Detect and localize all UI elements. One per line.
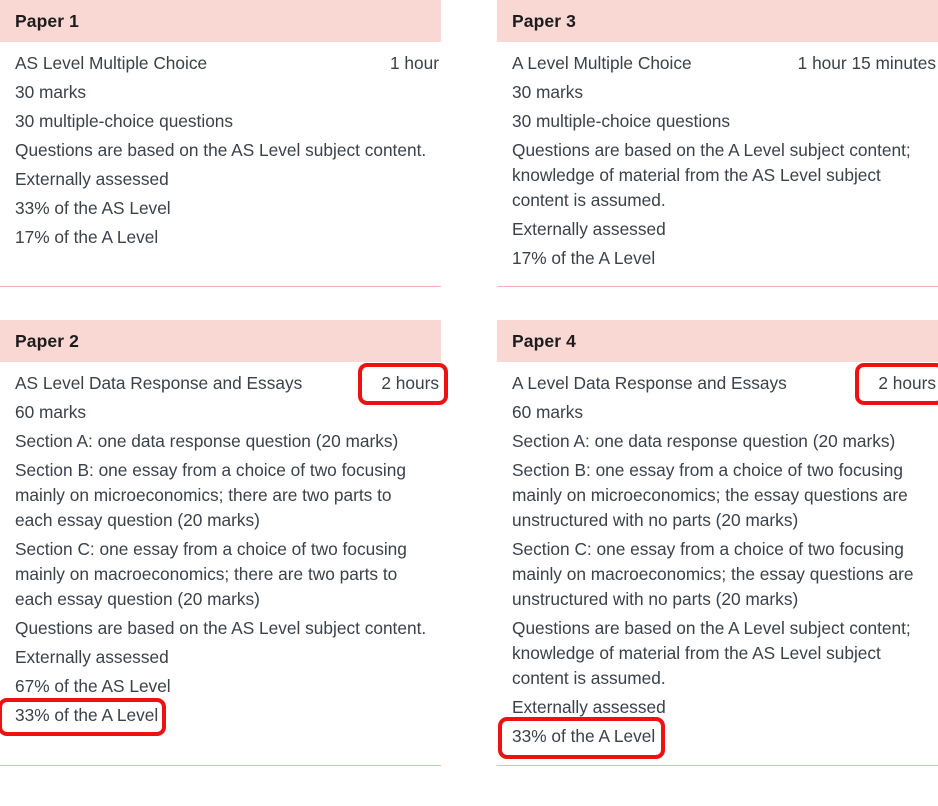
paper-4-header: Paper 4	[497, 320, 938, 362]
paper-1-line-1: 30 multiple-choice questions	[15, 111, 234, 131]
paper-4-line-2: Section B: one essay from a choice of tw…	[512, 460, 908, 530]
paper-3-line-4: 17% of the A Level	[512, 248, 656, 268]
assessment-overview-sheet: Paper 1 AS Level Multiple Choice 1 hour …	[0, 0, 938, 806]
paper-1-line-4: 33% of the AS Level	[15, 198, 171, 218]
paper-2-line-4: Questions are based on the AS Level subj…	[15, 618, 427, 638]
paper-1-title: AS Level Multiple Choice	[15, 53, 208, 73]
paper-4-line-3: Section C: one essay from a choice of tw…	[512, 539, 914, 609]
paper-1-title-row: AS Level Multiple Choice 1 hour	[15, 51, 439, 76]
separator-rule-right-bottom	[497, 765, 938, 766]
paper-3-duration: 1 hour 15 minutes	[797, 53, 936, 73]
paper-4-line-6-row: 33% of the A Level	[497, 717, 930, 759]
paper-4-line-4: Questions are based on the A Level subje…	[512, 618, 911, 688]
paper-card-paper-2: Paper 2 AS Level Data Response and Essay…	[0, 320, 448, 753]
paper-1-body: AS Level Multiple Choice 1 hour 30 marks…	[0, 42, 441, 250]
paper-3-body: A Level Multiple Choice 1 hour 15 minute…	[497, 42, 938, 271]
paper-1-line-3: Externally assessed	[15, 169, 169, 189]
spacer-before-rule-bottom	[0, 753, 938, 765]
paper-1-duration: 1 hour	[389, 53, 439, 73]
separator-rule-right-top	[497, 286, 938, 287]
paper-1-heading: Paper 1	[15, 10, 79, 31]
column-gutter-top	[441, 0, 497, 275]
paper-1-line-2: Questions are based on the AS Level subj…	[15, 140, 427, 160]
paper-3-title: A Level Multiple Choice	[512, 53, 692, 73]
paper-2-duration-highlight: 2 hours	[358, 363, 448, 405]
column-gutter-bottom	[441, 320, 497, 753]
paper-1-header: Paper 1	[0, 0, 441, 42]
paper-1-line-5: 17% of the A Level	[15, 227, 159, 247]
paper-card-paper-1: Paper 1 AS Level Multiple Choice 1 hour …	[0, 0, 441, 275]
paper-3-heading: Paper 3	[512, 10, 576, 31]
paper-2-title-row: AS Level Data Response and Essays 2 hour…	[15, 363, 448, 405]
paper-4-duration-highlight: 2 hours	[855, 363, 938, 405]
paper-2-line-5: Externally assessed	[15, 647, 169, 667]
paper-3-line-0: 30 marks	[512, 82, 584, 102]
paper-2-line-6: 67% of the AS Level	[15, 676, 171, 696]
paper-2-line-1: Section A: one data response question (2…	[15, 431, 399, 451]
papers-row-bottom: Paper 2 AS Level Data Response and Essay…	[0, 320, 938, 759]
separator-rule-left-top	[0, 286, 441, 287]
paper-2-title: AS Level Data Response and Essays	[15, 373, 303, 393]
paper-4-body: A Level Data Response and Essays 2 hours…	[497, 362, 938, 759]
spacer-before-rule-top	[0, 275, 938, 286]
paper-3-header: Paper 3	[497, 0, 938, 42]
paper-4-line-1: Section A: one data response question (2…	[512, 431, 896, 451]
paper-4-a-level-weight-highlight: 33% of the A Level	[497, 717, 666, 759]
paper-3-line-3: Externally assessed	[512, 219, 666, 239]
paper-4-line-0: 60 marks	[512, 402, 584, 422]
paper-4-line-5: Externally assessed	[512, 697, 666, 717]
papers-row-top: Paper 1 AS Level Multiple Choice 1 hour …	[0, 0, 938, 275]
paper-3-title-row: A Level Multiple Choice 1 hour 15 minute…	[512, 51, 936, 76]
paper-2-heading: Paper 2	[15, 330, 79, 351]
paper-2-line-2: Section B: one essay from a choice of tw…	[15, 460, 406, 530]
separator-rule-left-bottom	[0, 765, 441, 766]
paper-2-line-0: 60 marks	[15, 402, 87, 422]
paper-card-paper-4: Paper 4 A Level Data Response and Essays…	[497, 320, 938, 759]
paper-3-line-2: Questions are based on the A Level subje…	[512, 140, 911, 210]
separator-row-top	[0, 286, 938, 287]
paper-2-body: AS Level Data Response and Essays 2 hour…	[0, 362, 448, 736]
paper-card-paper-3: Paper 3 A Level Multiple Choice 1 hour 1…	[497, 0, 938, 275]
spacer-after-rule-top	[0, 287, 938, 320]
paper-4-title: A Level Data Response and Essays	[512, 373, 787, 393]
paper-2-header: Paper 2	[0, 320, 441, 362]
paper-1-line-0: 30 marks	[15, 82, 87, 102]
paper-2-a-level-weight-highlight: 33% of the A Level	[0, 698, 167, 736]
separator-gutter-bottom	[441, 765, 497, 766]
paper-4-title-row: A Level Data Response and Essays 2 hours	[512, 363, 938, 405]
paper-2-line-3: Section C: one essay from a choice of tw…	[15, 539, 407, 609]
separator-row-bottom	[0, 765, 938, 766]
paper-4-heading: Paper 4	[512, 330, 576, 351]
paper-3-line-1: 30 multiple-choice questions	[512, 111, 731, 131]
paper-2-line-7-row: 33% of the A Level	[0, 698, 433, 736]
separator-gutter-top	[441, 286, 497, 287]
